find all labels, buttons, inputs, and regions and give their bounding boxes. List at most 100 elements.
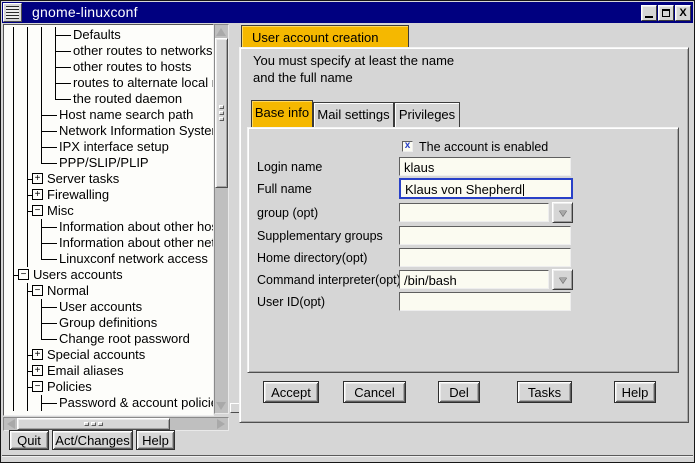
- tree-item-users-accounts[interactable]: −Users accounts: [4, 267, 214, 283]
- tab-base-info[interactable]: Base info: [251, 100, 313, 127]
- tree-item-special-accounts[interactable]: +Special accounts: [4, 347, 214, 363]
- cancel-button[interactable]: Cancel: [343, 381, 406, 403]
- tree-vertical-scrollbar[interactable]: [214, 24, 229, 414]
- tab-privileges[interactable]: Privileges: [394, 102, 460, 127]
- tree-guide-line: [27, 331, 28, 347]
- field-login-name[interactable]: klaus: [399, 157, 571, 176]
- minimize-button[interactable]: [641, 5, 657, 21]
- tree-item-firewalling[interactable]: +Firewalling: [4, 187, 214, 203]
- tree-guide-line: [13, 347, 14, 363]
- tab-mail-settings[interactable]: Mail settings: [313, 102, 394, 127]
- field-home-directory-opt[interactable]: [399, 248, 571, 267]
- tree-guide-line: [27, 299, 28, 315]
- expand-plus-icon[interactable]: +: [32, 365, 43, 376]
- tree-guide-line: [13, 91, 14, 107]
- vertical-scroll-thumb[interactable]: [215, 38, 228, 188]
- window-title: gnome-linuxconf: [32, 4, 138, 20]
- tree-item-label: Misc: [47, 203, 74, 219]
- thumb-grip: [219, 105, 224, 109]
- help-button[interactable]: Help: [614, 381, 656, 403]
- tree-item-routes-to-alternate-local-nets[interactable]: routes to alternate local nets: [4, 75, 214, 91]
- tasks-button[interactable]: Tasks: [517, 381, 572, 403]
- tree-item-defaults[interactable]: Defaults: [4, 27, 214, 43]
- account-enabled-checkbox[interactable]: x: [402, 141, 413, 152]
- tree-connector: [42, 339, 57, 340]
- collapse-minus-icon[interactable]: −: [32, 205, 43, 216]
- field-group-opt[interactable]: [399, 203, 549, 222]
- gnome-linuxconf-window: gnome-linuxconf X Defaultsother routes t…: [0, 0, 695, 463]
- tree-guide-line: [13, 187, 14, 203]
- footer-help-button[interactable]: Help: [136, 430, 175, 450]
- tree-item-user-accounts[interactable]: User accounts: [4, 299, 214, 315]
- titlebar: gnome-linuxconf X: [2, 2, 693, 23]
- collapse-minus-icon[interactable]: −: [32, 285, 43, 296]
- tree-guide-line: [13, 43, 14, 59]
- base-info-page: x The account is enabled Login nameklaus…: [247, 127, 679, 373]
- combo-button-command-interpreter-opt[interactable]: [552, 269, 573, 290]
- scroll-up-icon[interactable]: [216, 28, 226, 36]
- horizontal-scroll-thumb[interactable]: [17, 418, 170, 430]
- tree-guide-line: [27, 139, 28, 155]
- tree-item-label: the routed daemon: [73, 91, 182, 107]
- collapse-minus-icon[interactable]: −: [18, 269, 29, 280]
- scroll-right-icon[interactable]: [217, 419, 225, 429]
- tree-item-password-account-policies[interactable]: Password & account policies: [4, 395, 214, 411]
- del-button[interactable]: Del: [438, 381, 480, 403]
- scroll-down-icon[interactable]: [216, 402, 226, 410]
- tree-item-label: Email aliases: [47, 363, 124, 379]
- field-supplementary-groups[interactable]: [399, 226, 571, 245]
- tree-connector: [42, 147, 57, 148]
- tree-connector: [42, 227, 57, 228]
- close-button[interactable]: X: [675, 5, 691, 21]
- accept-button[interactable]: Accept: [263, 381, 319, 403]
- tree-guide-line: [41, 27, 42, 43]
- footer-quit-button[interactable]: Quit: [9, 430, 49, 450]
- collapse-minus-icon[interactable]: −: [32, 381, 43, 392]
- tab-user-account-creation[interactable]: User account creation: [241, 25, 409, 48]
- expand-plus-icon[interactable]: +: [32, 173, 43, 184]
- tree-item-linuxconf-network-access[interactable]: Linuxconf network access: [4, 251, 214, 267]
- expand-plus-icon[interactable]: +: [32, 349, 43, 360]
- tree-item-ipx-interface-setup[interactable]: IPX interface setup: [4, 139, 214, 155]
- window-menu-button[interactable]: [3, 3, 22, 22]
- field-full-name[interactable]: Klaus von Shepherd: [399, 178, 573, 199]
- tree-item-information-about-other-hosts[interactable]: Information about other hosts: [4, 219, 214, 235]
- thumb-grip: [84, 422, 89, 426]
- tree-item-change-root-password[interactable]: Change root password: [4, 331, 214, 347]
- field-user-id-opt[interactable]: [399, 292, 571, 311]
- tree-connector: [42, 115, 57, 116]
- maximize-button[interactable]: [658, 5, 674, 21]
- tree-item-group-definitions[interactable]: Group definitions: [4, 315, 214, 331]
- tree-item-network-information-system[interactable]: Network Information System: [4, 123, 214, 139]
- footer-act-changes-button[interactable]: Act/Changes: [52, 430, 133, 450]
- tree-item-misc[interactable]: −Misc: [4, 203, 214, 219]
- tree-horizontal-scrollbar[interactable]: [3, 417, 229, 431]
- tree-connector: [42, 243, 57, 244]
- tree-item-the-routed-daemon[interactable]: the routed daemon: [4, 91, 214, 107]
- combo-button-group-opt[interactable]: [552, 202, 573, 223]
- expand-plus-icon[interactable]: +: [32, 189, 43, 200]
- tree-item-ppp-slip-plip[interactable]: PPP/SLIP/PLIP: [4, 155, 214, 171]
- tree-item-label: Defaults: [73, 27, 121, 43]
- tree-item-other-routes-to-hosts[interactable]: other routes to hosts: [4, 59, 214, 75]
- tree-item-other-routes-to-networks[interactable]: other routes to networks: [4, 43, 214, 59]
- tree-guide-line: [27, 107, 28, 123]
- tree-item-label: PPP/SLIP/PLIP: [59, 155, 149, 171]
- account-enabled-label: The account is enabled: [419, 140, 548, 154]
- scroll-left-icon[interactable]: [7, 419, 15, 429]
- field-label-full-name: Full name: [257, 182, 312, 196]
- tree-connector: [56, 99, 71, 100]
- tree-guide-line: [27, 315, 28, 331]
- tree-item-normal[interactable]: −Normal: [4, 283, 214, 299]
- tree-item-information-about-other-networks[interactable]: Information about other networks: [4, 235, 214, 251]
- tree-item-host-name-search-path[interactable]: Host name search path: [4, 107, 214, 123]
- tree-item-label: Group definitions: [59, 315, 157, 331]
- minimize-icon: [645, 16, 653, 18]
- tree-item-policies[interactable]: −Policies: [4, 379, 214, 395]
- window-bottom-edge: [2, 455, 693, 461]
- tree-item-server-tasks[interactable]: +Server tasks: [4, 171, 214, 187]
- tree-item-email-aliases[interactable]: + Email aliases: [4, 363, 214, 379]
- field-command-interpreter-opt[interactable]: /bin/bash: [399, 270, 549, 289]
- tree-item-label: Policies: [47, 379, 92, 395]
- tree-guide-line: [13, 235, 14, 251]
